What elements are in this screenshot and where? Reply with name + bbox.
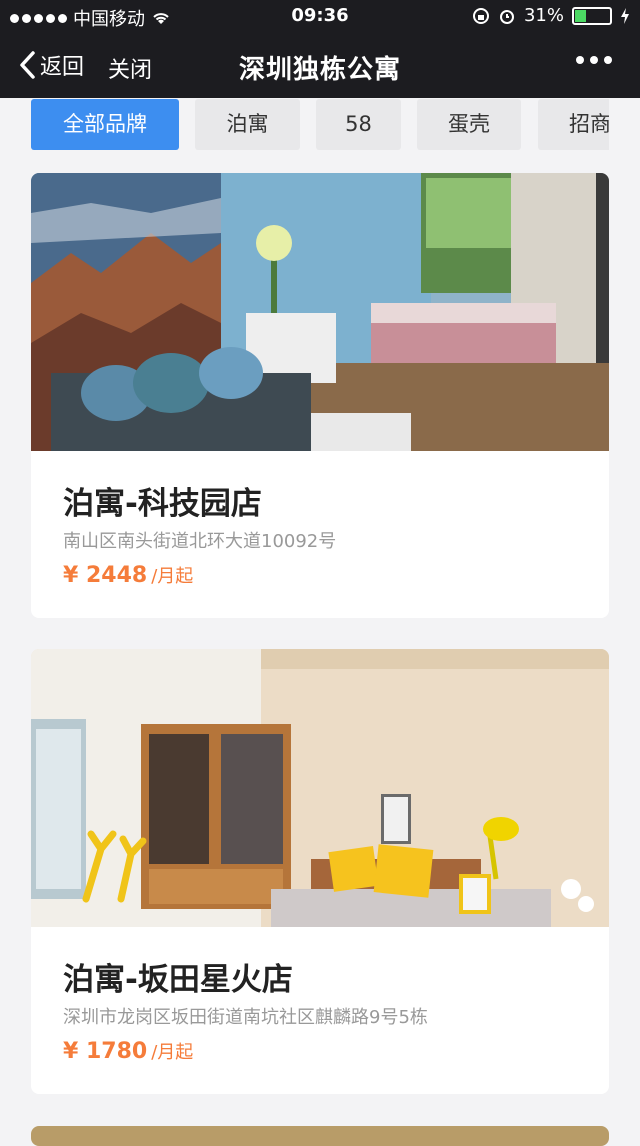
listing-price: ¥ 2448/月起	[63, 562, 193, 588]
charging-icon	[621, 7, 629, 24]
battery-icon	[572, 6, 612, 25]
listing-card[interactable]: 泊寓-坂田星火店 深圳市龙岗区坂田街道南坑社区麒麟路9号5栋 ¥ 1780/月起	[31, 649, 609, 1094]
price-value: ¥ 2448	[63, 563, 148, 588]
alarm-icon	[499, 9, 514, 24]
rotation-lock-icon	[472, 7, 489, 24]
listing-name: 泊寓-坂田星火店	[63, 962, 293, 998]
listing-price: ¥ 1780/月起	[63, 1038, 193, 1064]
listing-card-partial[interactable]	[31, 1126, 609, 1146]
tab-58[interactable]: 58	[316, 99, 401, 150]
navigation-bar: 返回 关闭 深圳独栋公寓	[0, 32, 640, 98]
listing-address: 南山区南头街道北环大道10092号	[63, 531, 337, 552]
listing-photo	[31, 173, 609, 451]
page-title: 深圳独栋公寓	[238, 55, 401, 85]
tab-boyu[interactable]: 泊寓	[195, 99, 300, 150]
listing-card[interactable]: 泊寓-科技园店 南山区南头街道北环大道10092号 ¥ 2448/月起	[31, 173, 609, 618]
brand-filter-tabs: 全部品牌 泊寓 58 蛋壳 招商	[31, 99, 609, 150]
battery-percent: 31%	[523, 5, 564, 26]
status-right: 31%	[472, 5, 630, 26]
tab-danke[interactable]: 蛋壳	[417, 99, 521, 150]
tab-all-brands[interactable]: 全部品牌	[31, 99, 179, 150]
price-unit: /月起	[151, 1042, 194, 1063]
tab-zhaoshang[interactable]: 招商	[538, 99, 609, 150]
listing-name: 泊寓-科技园店	[63, 486, 262, 522]
status-bar: 中国移动 09:36 31%	[0, 0, 640, 32]
price-unit: /月起	[151, 566, 194, 587]
price-value: ¥ 1780	[63, 1039, 148, 1064]
listing-address: 深圳市龙岗区坂田街道南坑社区麒麟路9号5栋	[63, 1007, 428, 1028]
more-options-icon[interactable]	[576, 56, 612, 64]
listing-photo	[31, 649, 609, 927]
